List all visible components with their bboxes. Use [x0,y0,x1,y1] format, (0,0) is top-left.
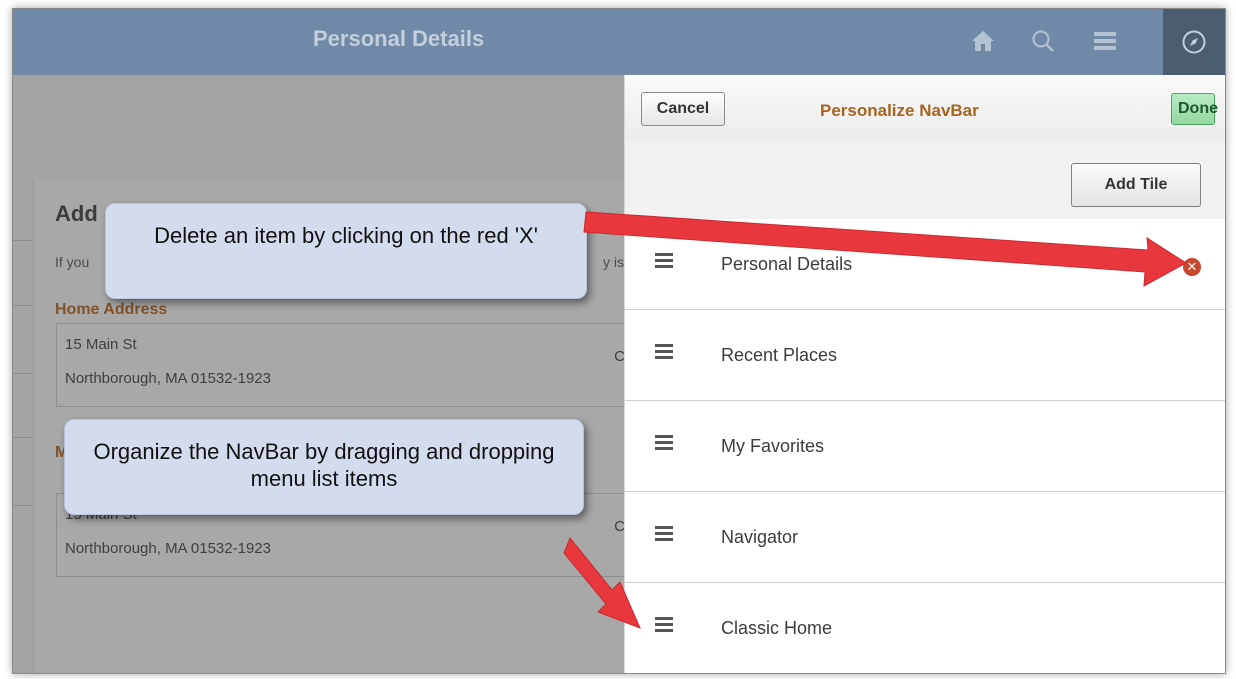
info-text: If you [55,254,90,270]
divider [13,437,33,438]
menu-icon[interactable] [1085,21,1125,61]
search-icon[interactable] [1023,21,1063,61]
section-title: Add [55,201,98,226]
nav-list-item[interactable]: Classic Home [625,583,1225,673]
organize-callout: Organize the NavBar by dragging and drop… [64,419,584,515]
app-window: Personal Details Add If you y is Home Ad… [12,8,1226,674]
divider [13,240,33,241]
nav-list-item[interactable]: My Favorites [625,401,1225,492]
add-tile-button[interactable]: Add Tile [1071,163,1201,207]
page-title: Personal Details [313,26,485,51]
nav-list-item[interactable]: Personal Details ✕ [625,219,1225,310]
nav-item-label: Classic Home [721,618,833,638]
cancel-button[interactable]: Cancel [641,92,725,126]
delete-x-icon[interactable]: ✕ [1183,258,1201,276]
divider [13,505,33,506]
drag-handle-icon[interactable] [655,253,673,269]
drag-handle-icon[interactable] [655,526,673,542]
info-text-tail: y is [603,254,624,270]
panel-title: Personalize NavBar [820,101,979,120]
top-banner: Personal Details [13,9,1225,75]
home-address-label: Home Address [55,301,168,318]
drag-handle-icon[interactable] [655,435,673,451]
panel-header: Cancel Personalize NavBar Done [625,75,1225,142]
delete-callout: Delete an item by clicking on the red 'X… [105,203,587,299]
divider [13,305,33,306]
home-address-box[interactable]: 15 Main St Northborough, MA 01532-1923 C [56,323,638,407]
address-line2: Northborough, MA 01532-1923 [65,540,271,557]
drag-handle-icon[interactable] [655,344,673,360]
nav-item-label: Navigator [721,527,799,547]
address-line1: 15 Main St [65,336,137,353]
done-button[interactable]: Done [1171,93,1218,125]
home-icon[interactable] [963,21,1003,61]
divider [13,373,33,374]
nav-item-label: My Favorites [721,436,825,456]
nav-item-label: Recent Places [721,345,838,365]
navigator-icon[interactable] [1163,9,1225,75]
personalize-navbar-panel: Cancel Personalize NavBar Done Add Tile … [624,75,1225,673]
nav-list-item[interactable]: Recent Places [625,310,1225,401]
address-line2: Northborough, MA 01532-1923 [65,370,271,387]
nav-list-item[interactable]: Navigator [625,492,1225,583]
nav-item-label: Personal Details [721,254,853,274]
drag-handle-icon[interactable] [655,617,673,633]
